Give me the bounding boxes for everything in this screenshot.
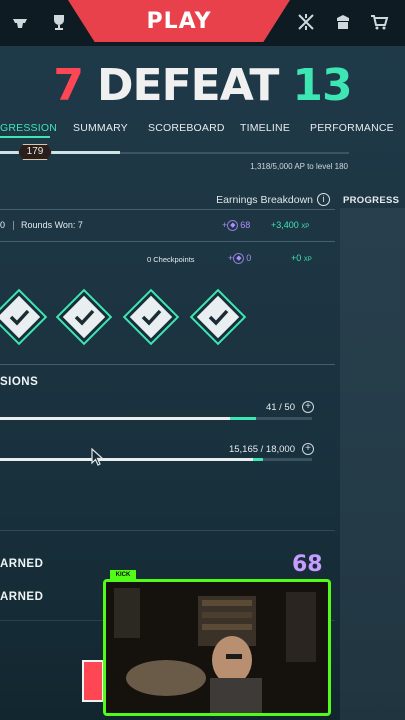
earned-label: ARNED xyxy=(0,591,44,603)
return-button[interactable] xyxy=(82,660,104,702)
checkpoints-kp-value: 0 xyxy=(246,253,252,263)
rounds-kp: + ◆ 68 xyxy=(222,220,251,232)
divider xyxy=(0,530,335,531)
checkpoint-diamond xyxy=(189,288,247,346)
checkpoints-xp-value: +0 xyxy=(291,253,302,263)
checkpoints-label: 0 Checkpoints xyxy=(147,255,195,264)
checkpoint-diamond xyxy=(122,288,180,346)
progress-panel-tab[interactable]: PROGRESS xyxy=(343,195,399,206)
checkmark-icon xyxy=(74,309,95,326)
mission1-value: 41 / 50 xyxy=(265,402,295,413)
checkpoint-diamond xyxy=(55,288,113,346)
collection-icon[interactable] xyxy=(333,12,353,32)
earnings-breakdown-header: Earnings Breakdown xyxy=(216,194,313,206)
mission2-gain xyxy=(253,458,263,461)
mission1-fill xyxy=(0,417,230,420)
checkpoints-kp: + ◆ 0 xyxy=(228,253,252,265)
mission2-fill xyxy=(0,458,253,461)
info-icon[interactable]: i xyxy=(317,193,330,206)
rounds-xp: +3,400 XP xyxy=(271,220,309,230)
play-button[interactable]: PLAY xyxy=(68,0,290,42)
store-icon[interactable] xyxy=(369,12,389,32)
kingdom-credits-total: 68 xyxy=(292,552,323,577)
tab-summary[interactable]: SUMMARY xyxy=(73,122,128,134)
tab-scoreboard[interactable]: SCOREBOARD xyxy=(148,122,225,134)
level-progress-text: 1,318/5,000 AP to level 180 xyxy=(250,162,348,171)
checkpoints-xp: +0 XP xyxy=(291,253,312,263)
expand-mission-icon[interactable]: + xyxy=(302,443,314,455)
checkmark-icon xyxy=(9,309,30,326)
rounds-kp-value: 68 xyxy=(240,220,251,230)
missions-title: SIONS xyxy=(0,376,39,388)
trophy-icon[interactable] xyxy=(49,12,69,32)
streamer-webcam xyxy=(103,579,331,716)
divider xyxy=(0,364,335,365)
xp-unit: XP xyxy=(303,257,312,263)
mission1-gain xyxy=(230,417,256,420)
enemy-score: 13 xyxy=(292,60,352,111)
checkmark-icon xyxy=(208,309,229,326)
rounds-row: 0 Rounds Won: 7 xyxy=(0,220,83,231)
progress-panel xyxy=(340,208,405,720)
match-tabs: GRESSION SUMMARY SCOREBOARD TIMELINE PER… xyxy=(0,120,405,138)
rounds-prefix: 0 xyxy=(0,220,6,230)
webcam-image xyxy=(106,582,328,713)
rounds-won-label: Rounds Won: 7 xyxy=(21,220,83,230)
level-progress-fill xyxy=(0,151,120,154)
tab-timeline[interactable]: TIMELINE xyxy=(240,122,290,134)
mission2-value: 15,165 / 18,000 xyxy=(228,444,295,455)
play-button-label: PLAY xyxy=(146,8,212,34)
kingdom-credit-icon: ◆ xyxy=(227,220,239,232)
active-tab-underline xyxy=(0,136,50,138)
divider xyxy=(0,241,335,242)
tab-progression[interactable]: GRESSION xyxy=(0,122,57,134)
rounds-xp-value: +3,400 xyxy=(271,220,299,230)
match-result: DEFEAT xyxy=(97,60,279,111)
level-badge: 179 xyxy=(18,144,52,160)
checkmark-icon xyxy=(141,309,162,326)
crossed-swords-icon[interactable] xyxy=(296,12,316,32)
team-score: 7 xyxy=(53,60,84,111)
xp-unit: XP xyxy=(301,224,310,230)
tab-performance[interactable]: PERFORMANCE xyxy=(310,122,394,134)
earned-label: ARNED xyxy=(0,558,44,570)
divider xyxy=(0,209,335,210)
checkpoint-diamond xyxy=(0,288,48,346)
kingdom-credit-icon: ◆ xyxy=(233,253,245,265)
mouse-cursor-icon xyxy=(91,448,105,466)
agent-icon[interactable] xyxy=(10,12,30,32)
expand-mission-icon[interactable]: + xyxy=(302,401,314,413)
kick-stream-tag: KICK xyxy=(110,570,136,580)
match-score: 7 DEFEAT 13 xyxy=(0,60,405,111)
